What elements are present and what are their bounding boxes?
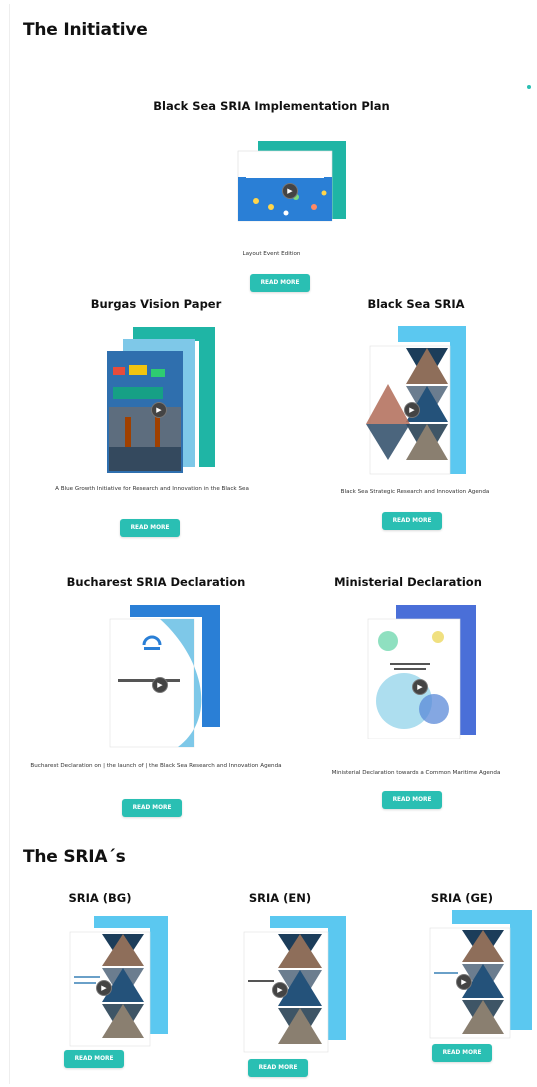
sria-en-read-more-button[interactable]: READ MORE	[248, 1059, 308, 1077]
play-icon: ▶	[152, 677, 168, 693]
featured-title: Black Sea SRIA Implementation Plan	[153, 99, 390, 113]
doc-title: Black Sea SRIA	[367, 297, 465, 311]
play-icon: ▶	[272, 982, 288, 998]
featured-read-more-button[interactable]: READ MORE	[250, 274, 310, 292]
sria-bg-cover[interactable]: ▶	[68, 916, 168, 1048]
sria-ge-cover[interactable]: ▶	[428, 910, 532, 1040]
initiative-heading: The Initiative	[23, 20, 148, 40]
play-icon: ▶	[282, 183, 298, 199]
featured-caption: Layout Event Edition	[242, 251, 301, 257]
play-icon: ▶	[151, 402, 167, 418]
doc-title: Ministerial Declaration	[334, 575, 482, 589]
burgas-vision-paper-cover[interactable]: ▶	[105, 327, 217, 473]
sria-en-cover[interactable]: ▶	[242, 916, 346, 1056]
srias-heading: The SRIA´s	[23, 847, 126, 867]
sria-ge-read-more-button[interactable]: READ MORE	[432, 1044, 492, 1062]
sria-title: SRIA (EN)	[248, 891, 312, 905]
sria-bg-read-more-button[interactable]: READ MORE	[64, 1050, 124, 1068]
doc-caption: A Blue Growth Initiative for Research an…	[55, 486, 249, 492]
doc-caption: Bucharest Declaration on | the launch of…	[30, 763, 282, 769]
ministerial-read-more-button[interactable]: READ MORE	[382, 791, 442, 809]
black-sea-sria-read-more-button[interactable]: READ MORE	[382, 512, 442, 530]
play-icon: ▶	[412, 679, 428, 695]
bucharest-read-more-button[interactable]: READ MORE	[122, 799, 182, 817]
doc-title: Bucharest SRIA Declaration	[66, 575, 246, 589]
play-icon: ▶	[96, 980, 112, 996]
doc-title: Burgas Vision Paper	[90, 297, 222, 311]
sria-title: SRIA (BG)	[68, 891, 132, 905]
play-icon: ▶	[404, 402, 420, 418]
doc-caption: Ministerial Declaration towards a Common…	[331, 770, 501, 776]
implementation-plan-cover[interactable]: ▶	[236, 141, 346, 225]
ministerial-declaration-cover[interactable]: ▶	[366, 605, 476, 739]
black-sea-sria-cover[interactable]: ▶	[366, 326, 466, 476]
burgas-read-more-button[interactable]: READ MORE	[120, 519, 180, 537]
page: The Initiative Black Sea SRIA Implementa…	[9, 4, 533, 1084]
doc-caption: Black Sea Strategic Research and Innovat…	[340, 489, 490, 495]
play-icon: ▶	[456, 974, 472, 990]
bucharest-declaration-cover[interactable]: ▶	[108, 605, 220, 749]
carousel-dot-icon[interactable]	[527, 85, 531, 89]
sria-title: SRIA (GE)	[430, 891, 494, 905]
